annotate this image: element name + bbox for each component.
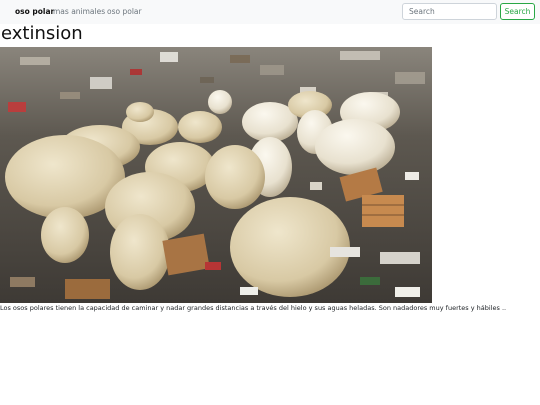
polar-bears-garbage-photo — [0, 47, 432, 303]
photo-caption: Los osos polares tienen la capacidad de … — [0, 304, 507, 312]
nav-link-mas-animales[interactable]: mas animales — [53, 7, 105, 16]
search-button[interactable]: Search — [500, 3, 535, 20]
navbar: oso polar mas animales oso polar Search — [0, 0, 540, 24]
nav-link-oso-polar[interactable]: oso polar — [107, 7, 142, 16]
navbar-brand[interactable]: oso polar — [15, 7, 54, 16]
search-input[interactable] — [402, 3, 497, 20]
page-title: extinsion — [1, 23, 83, 44]
